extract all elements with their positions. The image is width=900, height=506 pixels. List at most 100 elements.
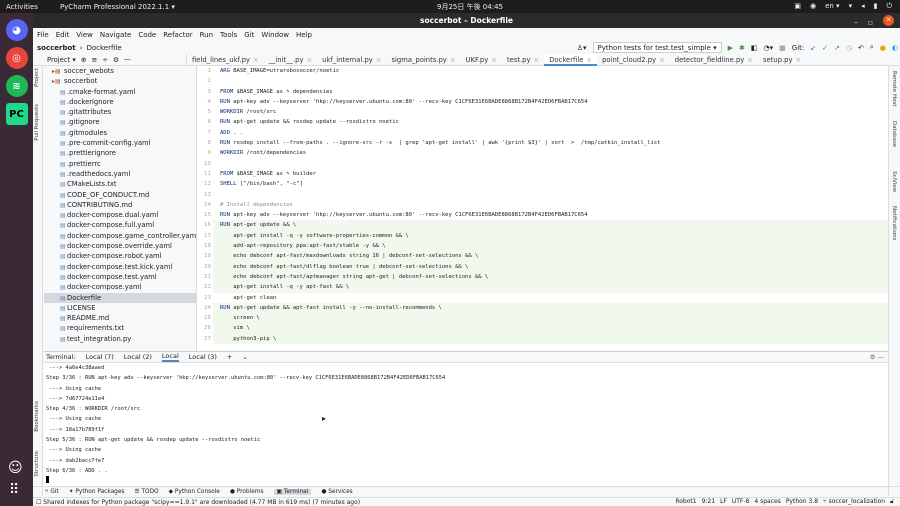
status-interpreter[interactable]: Python 3.8 xyxy=(786,498,818,506)
code-line[interactable]: SHELL ["/bin/bash", "-c"] xyxy=(213,179,888,189)
menu-tools[interactable]: Tools xyxy=(220,31,237,39)
project-tree-item[interactable]: ▤.cmake-format.yaml xyxy=(44,87,196,97)
discord-icon[interactable]: ◕ xyxy=(5,19,28,41)
terminal-tab-local[interactable]: Local xyxy=(161,352,179,362)
database-tool-button[interactable]: Database xyxy=(891,121,897,147)
tab-ukf[interactable]: UKF.py × xyxy=(461,54,502,66)
activities-button[interactable]: Activities xyxy=(6,3,38,11)
project-view-select[interactable]: Project ▾ xyxy=(47,56,76,64)
project-tree-item[interactable]: ▤.gitmodules xyxy=(44,128,196,138)
battery-icon[interactable]: ▮ xyxy=(874,2,878,11)
terminal-tab-local-2[interactable]: Local (2) xyxy=(124,353,152,361)
code-line[interactable]: apt-get clean xyxy=(213,293,888,303)
chevron-down-icon[interactable]: ⌄ xyxy=(242,353,247,361)
code-line[interactable]: echo debconf apt-fast/maxdownloads strin… xyxy=(213,251,888,262)
expand-all-icon[interactable]: ≡ xyxy=(92,56,98,64)
camera-icon[interactable]: ▣ xyxy=(794,2,801,11)
project-tree-item[interactable]: ▤docker-compose.test.kick.yaml xyxy=(44,262,196,272)
code-line[interactable] xyxy=(213,190,888,200)
code-line[interactable]: RUN apt-get update && \ xyxy=(213,220,888,231)
menu-code[interactable]: Code xyxy=(138,31,156,39)
terminal-output[interactable]: ---> 4a6e4c38aaed Step 3/36 : RUN apt-key… xyxy=(44,363,888,487)
project-tree-item[interactable]: ▤docker-compose.robot.yaml xyxy=(44,251,196,261)
project-tree-item[interactable]: ▤.gitignore xyxy=(44,117,196,127)
project-tree-item[interactable]: ▤README.md xyxy=(44,313,196,323)
git-commit-icon[interactable]: ✓ xyxy=(822,44,828,52)
project-tree-item[interactable]: ▤requirements.txt xyxy=(44,323,196,333)
discord-tray-icon[interactable]: ◉ xyxy=(810,2,816,11)
coverage-icon[interactable]: ◧ xyxy=(751,44,758,52)
project-tree-item[interactable]: ▤.readthedocs.yaml xyxy=(44,169,196,179)
tool-terminal[interactable]: ▣ Terminal xyxy=(273,489,312,495)
status-cursor-pos[interactable]: 9:21 xyxy=(702,498,715,506)
code-line[interactable]: RUN apt-key adv --keyserver 'hkp://keyse… xyxy=(213,97,888,107)
gear-icon[interactable]: ⚙ xyxy=(113,56,119,64)
project-tree-item[interactable]: ▤.pre-commit-config.yaml xyxy=(44,138,196,148)
project-tree-item[interactable]: ▤.prettierrc xyxy=(44,159,196,169)
code-line[interactable]: apt-get install -q -y apt-fast && \ xyxy=(213,282,888,293)
profile-icon[interactable]: ◔▾ xyxy=(764,44,774,52)
structure-tool-button[interactable]: Structure xyxy=(34,451,40,477)
hide-icon[interactable]: — xyxy=(124,56,131,64)
rollback-icon[interactable]: ↶ xyxy=(858,44,864,52)
code-line[interactable]: ARG BASE_IMAGE=utrarobosoccer/noetic xyxy=(213,66,888,76)
tool-todo[interactable]: ☰ TODO xyxy=(134,489,158,495)
collapse-all-icon[interactable]: ÷ xyxy=(102,56,108,64)
debug-icon[interactable]: ✱ xyxy=(739,44,745,52)
menu-help[interactable]: Help xyxy=(296,31,312,39)
code-line[interactable]: vim \ xyxy=(213,323,888,334)
tab-ukf-internal[interactable]: ukf_internal.py × xyxy=(317,54,386,66)
minimize-icon[interactable]: – xyxy=(854,15,858,30)
project-tree-item[interactable]: ▤.gitattributes xyxy=(44,107,196,117)
tab-point-cloud2[interactable]: point_cloud2.py × xyxy=(597,54,670,66)
bookmarks-tool-button[interactable]: Bookmarks xyxy=(34,401,40,432)
status-encoding[interactable]: UTF-8 xyxy=(732,498,750,506)
code-editor[interactable]: ARG BASE_IMAGE=utrarobosoccer/noetic FROM… xyxy=(213,66,888,351)
status-eol[interactable]: LF xyxy=(720,498,727,506)
code-line[interactable]: ADD . . xyxy=(213,128,888,138)
project-tree-item[interactable]: ▸▤ soccer_webots xyxy=(44,66,196,76)
code-line[interactable] xyxy=(213,76,888,86)
code-line[interactable]: WORKDIR /root/src xyxy=(213,107,888,117)
code-line[interactable]: FROM $BASE_IMAGE as ✎ builder xyxy=(213,169,888,179)
menu-file[interactable]: File xyxy=(37,31,49,39)
code-line[interactable]: WORKDIR /root/dependencies xyxy=(213,148,888,158)
code-line[interactable]: screen \ xyxy=(213,313,888,324)
project-tree-item[interactable]: ▤.prettierignore xyxy=(44,148,196,158)
menu-view[interactable]: View xyxy=(76,31,93,39)
tab-test[interactable]: test.py × xyxy=(502,54,544,66)
project-tool-button[interactable]: Project xyxy=(34,68,40,87)
hide-icon[interactable]: — xyxy=(878,353,885,361)
wifi-icon[interactable]: ▾ xyxy=(849,2,853,11)
project-tree-item[interactable]: ▤docker-compose.game_controller.yaml xyxy=(44,231,196,241)
tool-problems[interactable]: ● Problems xyxy=(230,489,264,495)
lang-selector[interactable]: en ▾ xyxy=(825,2,839,11)
code-line[interactable]: python3-pip \ xyxy=(213,333,888,345)
volume-icon[interactable]: ◂ xyxy=(861,2,865,11)
menu-navigate[interactable]: Navigate xyxy=(100,31,131,39)
stop-icon[interactable]: ■ xyxy=(779,44,786,52)
jetbrains-icon[interactable]: ◐ xyxy=(892,44,898,52)
project-tree-item[interactable]: ▤docker-compose.yaml xyxy=(44,282,196,292)
tab-sigma-points[interactable]: sigma_points.py × xyxy=(387,54,461,66)
clock[interactable]: 9月25日 午後 04:45 xyxy=(437,2,503,12)
pull-requests-tool-button[interactable]: Pull Requests xyxy=(34,104,40,141)
status-indent[interactable]: 4 spaces xyxy=(754,498,780,506)
history-icon[interactable]: ◷ xyxy=(846,44,852,52)
locate-icon[interactable]: ⊕ xyxy=(81,56,87,64)
code-line[interactable]: add-apt-repository ppa:apt-fast/stable -… xyxy=(213,241,888,252)
pycharm-icon[interactable]: PC xyxy=(5,103,28,125)
code-line[interactable]: FROM $BASE_IMAGE as ✎ dependencies xyxy=(213,87,888,97)
breadcrumb-project[interactable]: soccerbot xyxy=(37,44,76,52)
tool-git[interactable]: ⑂ Git xyxy=(45,489,59,495)
project-tree-item[interactable]: ▤CONTRIBUTING.md xyxy=(44,200,196,210)
gear-icon[interactable]: ⚙ xyxy=(870,353,876,361)
new-terminal-button[interactable]: + xyxy=(227,353,232,361)
spotify-icon[interactable]: ≋ xyxy=(5,75,28,97)
code-line[interactable]: echo debconf apt-fast/dlflag boolean tru… xyxy=(213,261,888,272)
status-message[interactable]: ☐ Shared indexes for Python package "sci… xyxy=(36,499,360,506)
user-icon[interactable]: ♙▾ xyxy=(577,44,587,52)
project-tree-item[interactable]: ▤CMakeLists.txt xyxy=(44,179,196,189)
remote-host-tool-button[interactable]: Remote Host xyxy=(891,71,897,107)
git-update-icon[interactable]: ↙ xyxy=(810,44,816,52)
